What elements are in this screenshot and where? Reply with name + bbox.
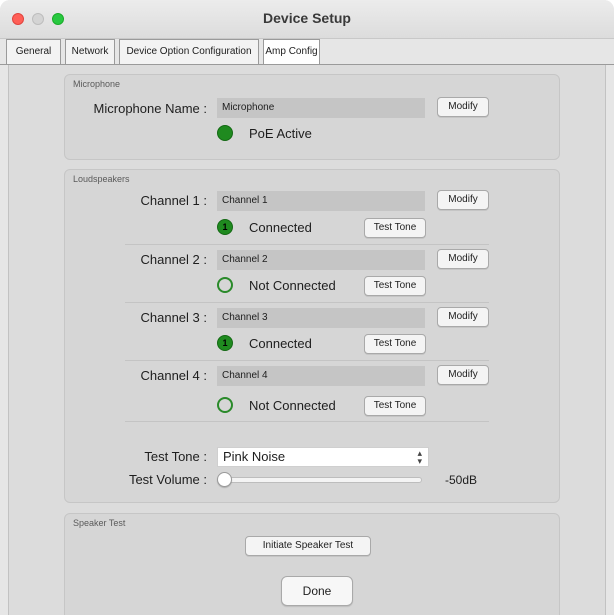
channel-3-label: Channel 3 :	[140, 310, 208, 325]
test-tone-label: Test Tone :	[144, 449, 207, 464]
microphone-name-field[interactable]: Microphone	[217, 98, 425, 118]
tab-general[interactable]: General	[6, 39, 61, 64]
channel-3-name-field[interactable]: Channel 3	[217, 308, 425, 328]
channel-separator	[125, 360, 489, 361]
test-tone-selected-value: Pink Noise	[223, 449, 286, 464]
channel-3-connected-icon: 1	[217, 335, 233, 351]
tab-amp-config[interactable]: Amp Config	[263, 39, 320, 65]
test-volume-slider-thumb[interactable]	[217, 472, 232, 487]
loudspeakers-group: Loudspeakers Channel 1 : Channel 1 Modif…	[64, 169, 560, 503]
channel-1-label: Channel 1 :	[140, 193, 208, 208]
channel-2-test-tone-button[interactable]: Test Tone	[364, 276, 426, 296]
microphone-group: Microphone Microphone Name : Microphone …	[64, 74, 560, 160]
channel-separator	[125, 302, 489, 303]
channel-4-name-field[interactable]: Channel 4	[217, 366, 425, 386]
test-volume-value: -50dB	[445, 473, 478, 487]
channel-1-modify-button[interactable]: Modify	[437, 190, 489, 210]
channel-2-name-field[interactable]: Channel 2	[217, 250, 425, 270]
channel-4-disconnected-icon	[217, 397, 233, 413]
channel-1-test-tone-button[interactable]: Test Tone	[364, 218, 426, 238]
tab-device-option-configuration[interactable]: Device Option Configuration	[119, 39, 259, 64]
poe-status-text: PoE Active	[249, 126, 312, 141]
channel-1-name-field[interactable]: Channel 1	[217, 191, 425, 211]
tab-network[interactable]: Network	[65, 39, 115, 64]
loudspeakers-group-title: Loudspeakers	[73, 174, 130, 184]
speaker-test-group-title: Speaker Test	[73, 518, 126, 528]
test-volume-slider-track[interactable]	[222, 477, 422, 483]
channel-1-connected-icon: 1	[217, 219, 233, 235]
amp-config-panel: Microphone Microphone Name : Microphone …	[8, 65, 606, 615]
channel-2-status: Not Connected	[249, 278, 336, 293]
done-button[interactable]: Done	[281, 576, 353, 606]
channel-4-modify-button[interactable]: Modify	[437, 365, 489, 385]
microphone-name-label: Microphone Name :	[93, 101, 207, 116]
window-title: Device Setup	[263, 10, 351, 26]
microphone-group-title: Microphone	[73, 79, 121, 89]
channel-3-test-tone-button[interactable]: Test Tone	[364, 334, 426, 354]
channel-separator	[125, 244, 489, 245]
device-setup-window: Device Setup General Network Device Opti…	[0, 0, 614, 615]
channel-4-status: Not Connected	[249, 398, 336, 413]
select-arrows-icon: ▴ ▾	[417, 448, 422, 466]
initiate-speaker-test-button[interactable]: Initiate Speaker Test	[245, 536, 371, 556]
channel-separator	[125, 421, 489, 422]
channel-1-status: Connected	[249, 220, 312, 235]
tab-bar: General Network Device Option Configurat…	[0, 39, 614, 65]
channel-2-disconnected-icon	[217, 277, 233, 293]
microphone-modify-button[interactable]: Modify	[437, 97, 489, 117]
channel-2-modify-button[interactable]: Modify	[437, 249, 489, 269]
channel-4-label: Channel 4 :	[140, 368, 208, 383]
channel-3-modify-button[interactable]: Modify	[437, 307, 489, 327]
channel-2-label: Channel 2 :	[140, 252, 208, 267]
test-tone-select[interactable]: Pink Noise ▴ ▾	[217, 447, 429, 467]
channel-4-test-tone-button[interactable]: Test Tone	[364, 396, 426, 416]
poe-status-icon	[217, 125, 233, 141]
channel-3-status: Connected	[249, 336, 312, 351]
title-bar[interactable]: Device Setup	[0, 0, 614, 39]
test-volume-label: Test Volume :	[128, 472, 207, 487]
